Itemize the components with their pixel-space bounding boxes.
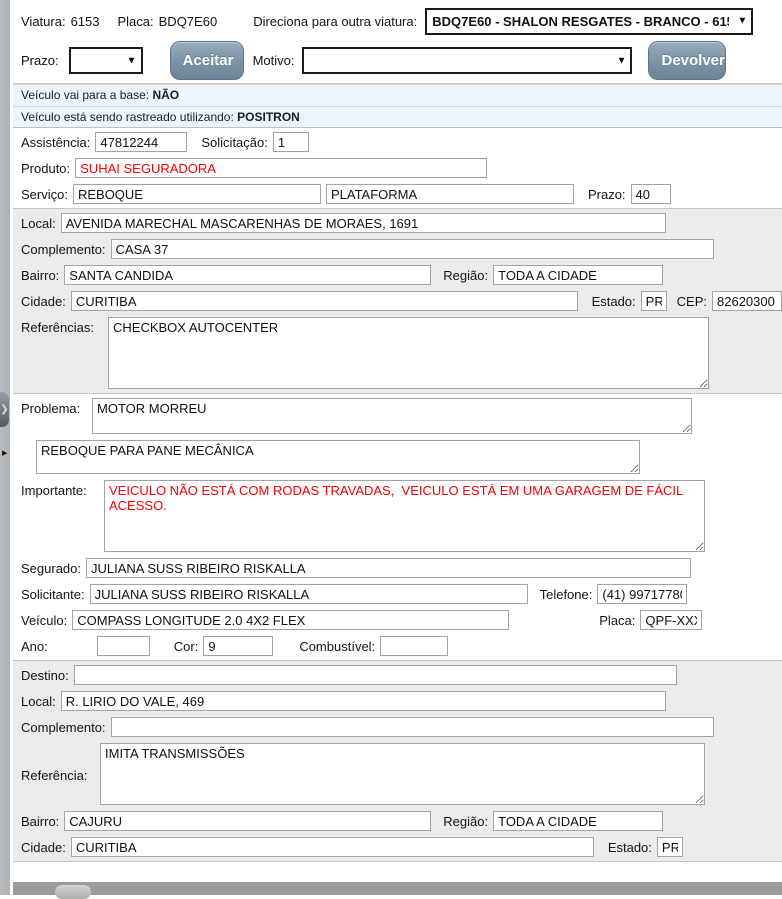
veiculo-input[interactable] — [72, 610, 509, 630]
cep-input[interactable] — [712, 291, 782, 311]
local-label: Local: — [21, 216, 56, 231]
destino-input[interactable] — [74, 665, 677, 685]
cidade-label: Cidade: — [21, 294, 66, 309]
destination-section: Destino: Local: Complemento: Referência:… — [13, 660, 782, 862]
telefone-input[interactable] — [597, 584, 687, 604]
destino-local-input[interactable] — [61, 691, 666, 711]
solicitante-label: Solicitante: — [21, 587, 85, 602]
viatura-label: Viatura: — [21, 14, 66, 29]
placa-value: BDQ7E60 — [159, 14, 218, 29]
aceitar-button[interactable]: Aceitar — [170, 41, 244, 80]
base-info-value: NÃO — [152, 88, 179, 102]
destino-regiao-label: Região: — [443, 814, 488, 829]
destino-cidade-input[interactable] — [71, 837, 594, 857]
bairro-label: Bairro: — [21, 268, 59, 283]
destino-referencia-textarea[interactable]: IMITA TRANSMISSÕES — [100, 743, 705, 805]
placa-veiculo-input[interactable] — [640, 610, 702, 630]
prazo-label: Prazo: — [21, 53, 59, 68]
destino-complemento-label: Complemento: — [21, 720, 106, 735]
base-info-label: Veículo vai para a base: — [21, 88, 149, 102]
complemento-label: Complemento: — [21, 242, 106, 257]
destino-complemento-input[interactable] — [111, 717, 714, 737]
bottom-partial-button[interactable] — [55, 885, 91, 899]
servico-input-1[interactable] — [73, 184, 321, 204]
referencias-textarea[interactable]: CHECKBOX AUTOCENTER — [108, 317, 709, 389]
cor-input[interactable] — [203, 636, 273, 656]
assistance-section: Assistência: Solicitação: Produto: Servi… — [13, 128, 782, 208]
header: Viatura: 6153 Placa: BDQ7E60 Direciona p… — [13, 0, 782, 84]
segurado-label: Segurado: — [21, 561, 81, 576]
destino-estado-input[interactable] — [657, 837, 683, 857]
assistencia-label: Assistência: — [21, 135, 90, 150]
telefone-label: Telefone: — [540, 587, 593, 602]
produto-input[interactable] — [75, 158, 487, 178]
placa-veiculo-label: Placa: — [599, 613, 635, 628]
destino-bairro-input[interactable] — [64, 811, 431, 831]
destino-label: Destino: — [21, 668, 69, 683]
motivo-select[interactable] — [302, 47, 632, 74]
destino-regiao-input[interactable] — [493, 811, 663, 831]
segurado-input[interactable] — [86, 558, 691, 578]
estado-input[interactable] — [641, 291, 667, 311]
veiculo-label: Veículo: — [21, 613, 67, 628]
importante-textarea[interactable]: VEICULO NÃO ESTÁ COM RODAS TRAVADAS, VEI… — [104, 480, 705, 552]
estado-label: Estado: — [592, 294, 636, 309]
combustivel-input[interactable] — [380, 636, 448, 656]
combustivel-label: Combustível: — [299, 639, 375, 654]
importante-label: Importante: — [21, 480, 99, 498]
referencias-label: Referências: — [21, 317, 103, 335]
regiao-input[interactable] — [493, 265, 663, 285]
placa-label: Placa: — [118, 14, 154, 29]
motivo-label: Motivo: — [253, 53, 295, 68]
destino-referencia-label: Referência: — [21, 765, 95, 783]
left-collapse-strip — [0, 0, 10, 895]
base-info-bar: Veículo vai para a base: NÃO — [13, 84, 782, 106]
tracking-info-bar: Veículo está sendo rastreado utilizando:… — [13, 106, 782, 128]
ano-label: Ano: — [21, 639, 48, 654]
tracking-info-label: Veículo está sendo rastreado utilizando: — [21, 110, 234, 124]
panel-expand-handle[interactable]: ❯ — [0, 392, 9, 427]
problema-textarea[interactable]: MOTOR MORREU — [92, 398, 692, 434]
cep-label: CEP: — [677, 294, 707, 309]
produto-label: Produto: — [21, 161, 70, 176]
regiao-label: Região: — [443, 268, 488, 283]
devolver-button[interactable]: Devolver — [648, 41, 726, 80]
complemento-input[interactable] — [111, 239, 714, 259]
direciona-select[interactable]: BDQ7E60 - SHALON RESGATES - BRANCO - 615… — [425, 8, 753, 35]
bairro-input[interactable] — [64, 265, 431, 285]
solicitante-input[interactable] — [90, 584, 528, 604]
origin-section: Local: Complemento: Bairro: Região: Cida… — [13, 208, 782, 394]
problema-extra-textarea[interactable]: REBOQUE PARA PANE MECÂNICA — [36, 440, 640, 474]
destino-bairro-label: Bairro: — [21, 814, 59, 829]
cor-label: Cor: — [174, 639, 199, 654]
viatura-value: 6153 — [71, 14, 100, 29]
prazo-servico-input[interactable] — [631, 184, 671, 204]
panel-arrow-icon[interactable]: ▶ — [2, 449, 7, 457]
servico-label: Serviço: — [21, 187, 68, 202]
direciona-label: Direciona para outra viatura: — [253, 14, 417, 29]
dispatch-form: Viatura: 6153 Placa: BDQ7E60 Direciona p… — [13, 0, 782, 862]
problem-section: Problema: MOTOR MORREU REBOQUE PARA PANE… — [13, 394, 782, 660]
destino-estado-label: Estado: — [608, 840, 652, 855]
prazo-servico-label: Prazo: — [588, 187, 626, 202]
servico-input-2[interactable] — [326, 184, 574, 204]
tracking-info-value: POSITRON — [237, 110, 300, 124]
problema-label: Problema: — [21, 398, 87, 416]
ano-input[interactable] — [97, 636, 150, 656]
bottom-bar — [13, 882, 782, 895]
destino-local-label: Local: — [21, 694, 56, 709]
local-input[interactable] — [61, 213, 666, 233]
prazo-select[interactable] — [69, 47, 143, 74]
solicitacao-label: Solicitação: — [201, 135, 267, 150]
destino-cidade-label: Cidade: — [21, 840, 66, 855]
solicitacao-input[interactable] — [273, 132, 309, 152]
assistencia-input[interactable] — [95, 132, 187, 152]
cidade-input[interactable] — [71, 291, 578, 311]
panel-expand-icon: ❯ — [0, 404, 8, 415]
